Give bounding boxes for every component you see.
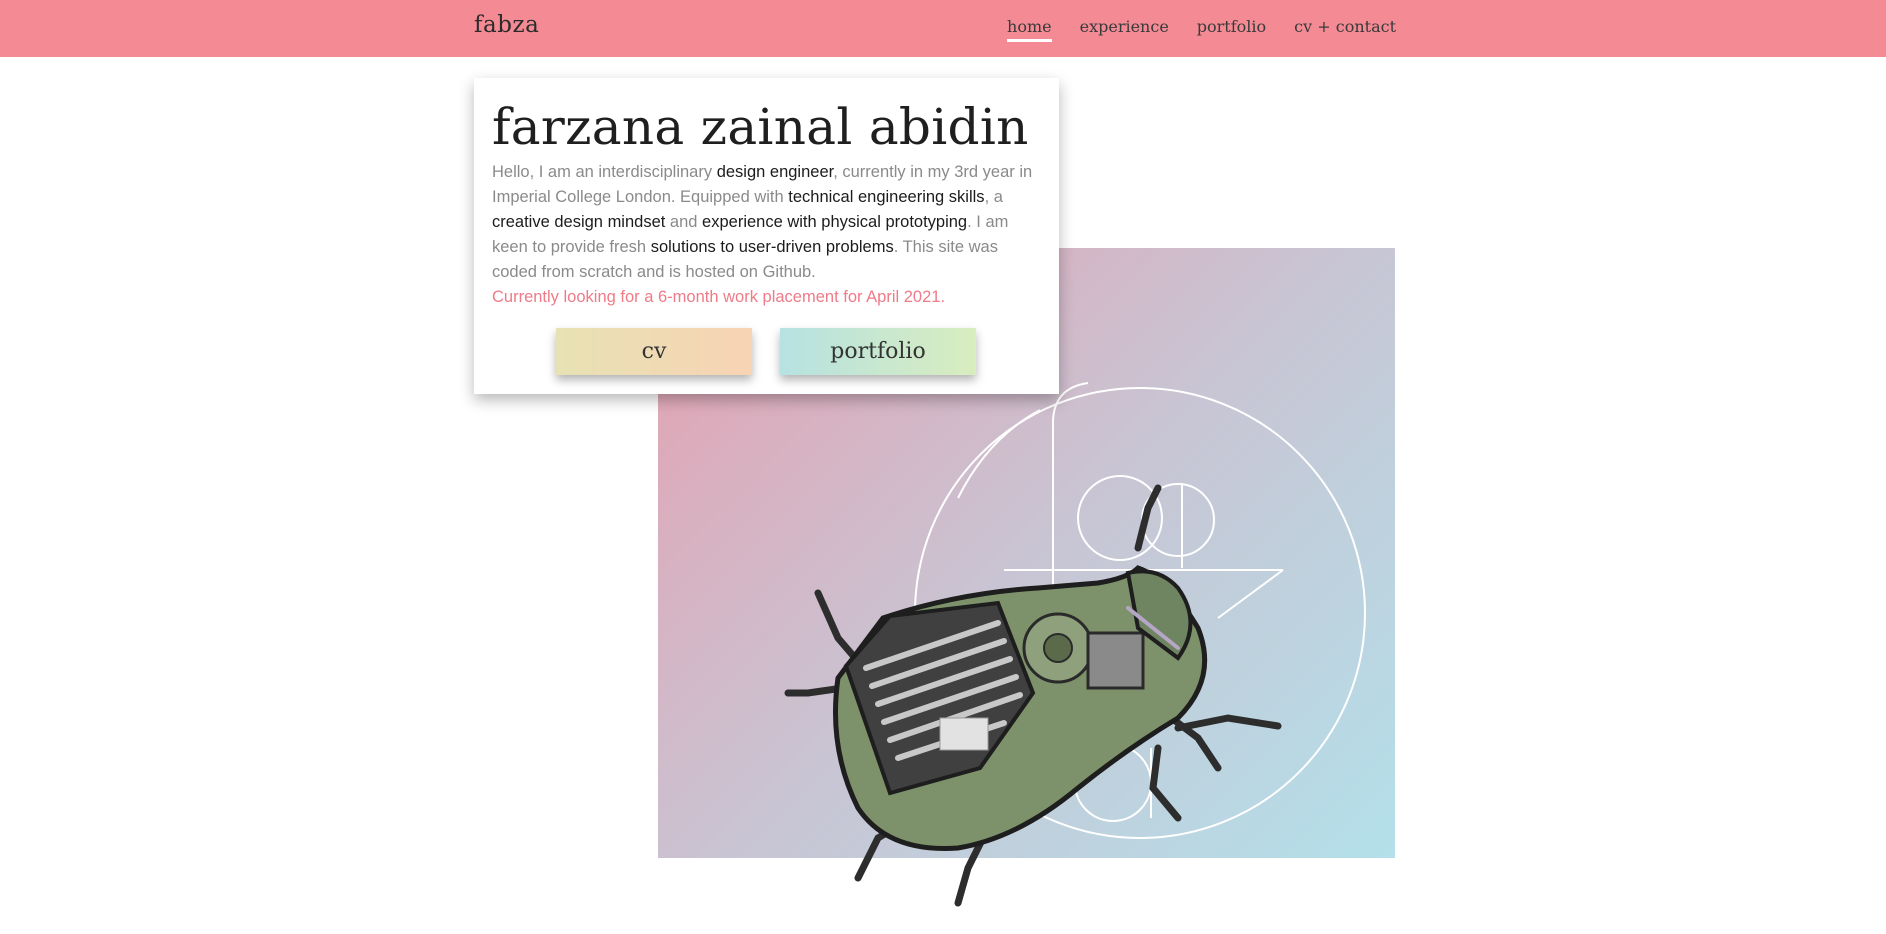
nav-link-experience[interactable]: experience xyxy=(1080,17,1169,40)
nav-link-portfolio[interactable]: portfolio xyxy=(1197,17,1266,40)
intro-text: Hello, I am an interdisciplinary xyxy=(492,163,717,181)
intro-highlight: design engineer xyxy=(716,163,834,181)
brand-logo-link[interactable]: fabza xyxy=(474,12,539,38)
nav-links: home experience portfolio cv + contact xyxy=(1007,17,1396,42)
placement-notice: Currently looking for a 6-month work pla… xyxy=(492,288,946,306)
card-buttons: cv portfolio xyxy=(556,328,976,375)
intro-highlight: technical engineering skills xyxy=(788,188,985,206)
nav-link-cv-contact[interactable]: cv + contact xyxy=(1294,17,1396,40)
intro-card: farzana zainal abidin Hello, I am an int… xyxy=(474,78,1059,394)
intro-highlight: experience with physical prototyping xyxy=(702,213,968,231)
intro-paragraph: Hello, I am an interdisciplinary design … xyxy=(492,160,1041,310)
page-title: farzana zainal abidin xyxy=(492,98,1029,156)
intro-text: and xyxy=(665,213,703,231)
intro-highlight: solutions to user-driven problems xyxy=(650,238,894,256)
nav-link-home[interactable]: home xyxy=(1007,17,1052,42)
beetle-robot-render-icon xyxy=(784,484,1282,907)
intro-highlight: creative design mindset xyxy=(492,213,666,231)
cv-button[interactable]: cv xyxy=(556,328,752,375)
intro-text: , a xyxy=(984,188,1003,206)
top-navbar: fabza home experience portfolio cv + con… xyxy=(0,0,1886,57)
portfolio-button[interactable]: portfolio xyxy=(780,328,976,375)
